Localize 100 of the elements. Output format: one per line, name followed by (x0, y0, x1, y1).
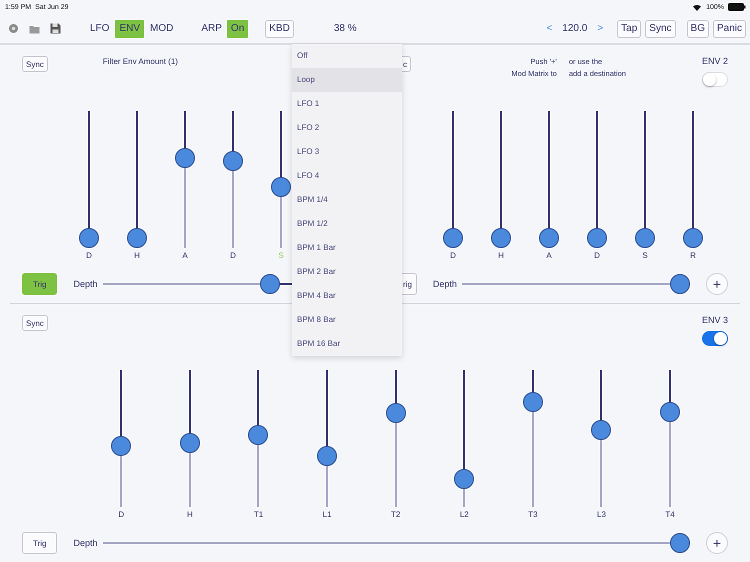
slider-label: L1 (322, 510, 332, 520)
slider-thumb[interactable] (491, 228, 511, 248)
menu-item[interactable]: LFO 3 (292, 140, 402, 164)
depth-slider-track[interactable] (462, 274, 690, 294)
slider-thumb[interactable] (111, 436, 132, 456)
slider-thumb[interactable] (180, 433, 200, 454)
toolbar-button[interactable]: Sync (645, 20, 676, 38)
add-button[interactable]: + (706, 532, 728, 554)
slider-thumb[interactable] (635, 228, 655, 248)
slider-thumb[interactable] (522, 392, 543, 412)
slider-label: A (182, 251, 188, 261)
menu-item[interactable]: LFO 2 (292, 116, 402, 140)
depth-slider-thumb[interactable] (670, 533, 690, 553)
slider-track[interactable] (587, 111, 607, 248)
save-icon[interactable] (50, 23, 61, 34)
zoom-percent: 38 % (334, 23, 357, 34)
slider-thumb[interactable] (443, 228, 463, 248)
folder-icon[interactable] (29, 24, 40, 34)
depth-label: Depth (73, 279, 98, 289)
trig-button[interactable]: rig (402, 273, 417, 295)
slider-track[interactable] (539, 111, 559, 248)
depth-slider-track[interactable] (102, 533, 690, 553)
slider-thumb[interactable] (223, 150, 243, 171)
slider-track[interactable] (522, 370, 543, 507)
slider-label: H (134, 251, 140, 261)
slider-label: L3 (597, 510, 606, 520)
slider-track[interactable] (660, 370, 680, 507)
envelope-switch[interactable] (702, 331, 728, 346)
slider-thumb[interactable] (591, 420, 612, 440)
envelope-name: ENV 2 (702, 56, 728, 66)
slider-track[interactable] (127, 111, 147, 248)
slider-thumb[interactable] (386, 402, 406, 423)
slider-thumb[interactable] (175, 148, 195, 168)
keyboard-button[interactable]: KBD (265, 20, 294, 38)
slider-track[interactable] (454, 370, 474, 507)
slider-track[interactable] (175, 111, 195, 248)
slider-thumb[interactable] (127, 228, 147, 248)
add-button[interactable]: + (706, 273, 728, 295)
slider-track[interactable] (591, 370, 612, 507)
slider-label: D (118, 510, 124, 520)
slider-label: T2 (391, 510, 400, 520)
toolbar-button[interactable]: BG (686, 20, 709, 38)
slider-track[interactable] (111, 370, 132, 507)
slider-track[interactable] (248, 370, 268, 507)
menu-item[interactable]: BPM 2 Bar (292, 260, 402, 284)
slider-label: D (230, 251, 236, 261)
slider-thumb[interactable] (539, 228, 559, 248)
tab[interactable]: MOD (146, 20, 178, 38)
slider-thumb[interactable] (79, 228, 99, 248)
slider-thumb[interactable] (683, 228, 703, 248)
slider-label: H (498, 251, 504, 261)
slider-label: A (546, 251, 552, 261)
tab[interactable]: ENV (115, 20, 144, 38)
envelope-name: ENV 3 (702, 315, 728, 325)
wifi-icon (692, 3, 702, 11)
slider-track[interactable] (683, 111, 703, 248)
toolbar-button[interactable]: Tap (617, 20, 642, 38)
menu-item[interactable]: BPM 1/4 (292, 188, 402, 212)
slider-thumb[interactable] (660, 402, 680, 422)
menu-item[interactable]: BPM 1/2 (292, 212, 402, 236)
menu-item[interactable]: BPM 1 Bar (292, 236, 402, 260)
depth-slider-thumb[interactable] (260, 274, 280, 294)
settings-icon[interactable] (8, 23, 19, 34)
tab[interactable]: LFO (86, 20, 114, 38)
sync-button[interactable]: Sync (22, 315, 48, 331)
slider-thumb[interactable] (271, 176, 291, 197)
trig-button[interactable]: Trig (22, 273, 58, 295)
slider-track[interactable] (79, 111, 99, 248)
menu-item[interactable]: Off (292, 44, 402, 68)
slider-track[interactable] (491, 111, 511, 248)
arp-toggle[interactable]: On (226, 20, 248, 38)
slider-track[interactable] (635, 111, 655, 248)
toolbar-button[interactable]: Panic (712, 20, 746, 38)
slider-thumb[interactable] (317, 446, 338, 466)
menu-item[interactable]: LFO 4 (292, 164, 402, 188)
tempo-value: 120.0 (562, 23, 588, 34)
depth-label: Depth (432, 279, 457, 289)
menu-item[interactable]: BPM 16 Bar (292, 332, 402, 356)
slider-thumb[interactable] (454, 469, 474, 490)
trig-button[interactable]: Trig (22, 532, 58, 554)
menu-item[interactable]: LFO 1 (292, 92, 402, 116)
sync-button[interactable]: c (402, 56, 411, 72)
arp-label: ARP (201, 23, 222, 34)
slider-track[interactable] (223, 111, 243, 248)
slider-thumb[interactable] (587, 228, 607, 248)
depth-slider-thumb[interactable] (670, 274, 690, 294)
slider-label: T4 (665, 510, 675, 520)
slider-track[interactable] (317, 370, 338, 507)
menu-item[interactable]: Loop (292, 68, 402, 92)
slider-track[interactable] (443, 111, 463, 248)
menu-item[interactable]: BPM 4 Bar (292, 284, 402, 308)
slider-label: H (187, 510, 193, 520)
envelope-title: Filter Env Amount (1) (102, 57, 178, 66)
sync-button[interactable]: Sync (22, 56, 48, 72)
slider-track[interactable] (180, 370, 200, 507)
menu-item[interactable]: BPM 8 Bar (292, 308, 402, 332)
slider-label: R (690, 251, 696, 261)
slider-track[interactable] (271, 111, 291, 248)
slider-track[interactable] (386, 370, 406, 507)
slider-thumb[interactable] (248, 424, 268, 445)
